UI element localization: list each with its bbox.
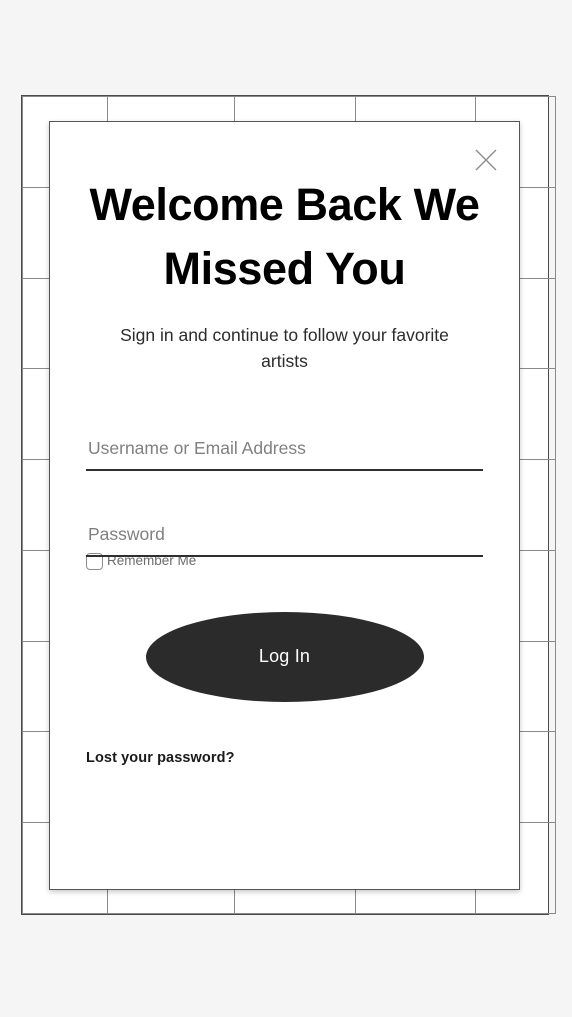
close-icon <box>474 148 498 172</box>
lost-password-row: Lost your password? <box>50 702 519 767</box>
password-input[interactable] <box>86 522 483 557</box>
page-root: Welcome Back We Missed You Sign in and c… <box>0 0 572 1017</box>
lost-password-link[interactable]: Lost your password? <box>86 750 235 766</box>
page-title: Welcome Back We Missed You <box>89 179 480 294</box>
login-form <box>50 375 519 557</box>
submit-row: Log In <box>50 570 519 702</box>
login-modal: Welcome Back We Missed You Sign in and c… <box>49 121 520 890</box>
login-button[interactable]: Log In <box>145 611 424 702</box>
username-field-wrapper <box>86 436 483 471</box>
close-button[interactable] <box>469 143 503 177</box>
modal-subtitle: Sign in and continue to follow your favo… <box>120 324 449 371</box>
password-field-wrapper <box>86 522 483 557</box>
login-button-label: Log In <box>258 646 311 667</box>
username-input[interactable] <box>86 436 483 471</box>
